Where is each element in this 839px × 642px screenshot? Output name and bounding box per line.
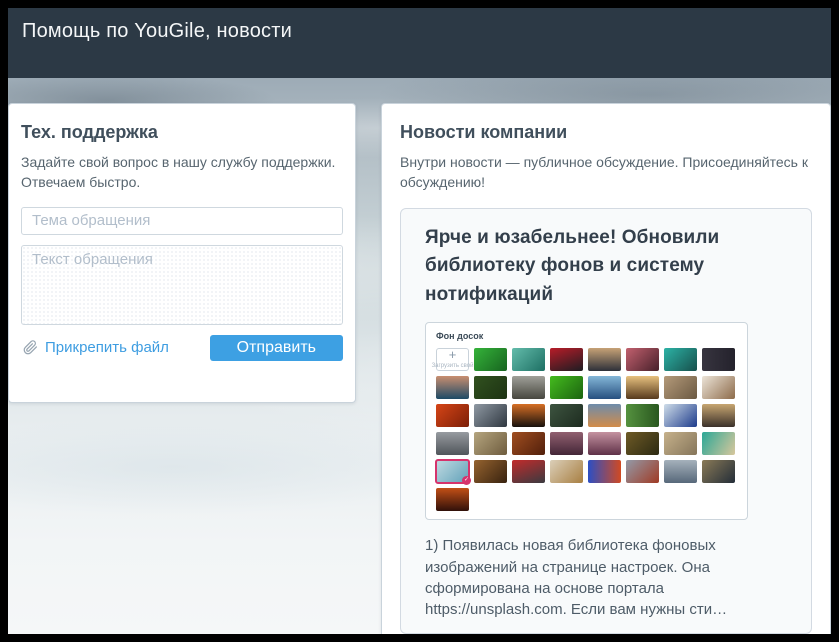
background-thumbnail[interactable] — [550, 432, 583, 455]
page-title: Помощь по YouGile, новости — [22, 20, 817, 43]
background-thumbnail[interactable] — [436, 404, 469, 427]
background-thumbnail[interactable] — [626, 460, 659, 483]
news-card[interactable]: Ярче и юзабельнее! Обновили библиотеку ф… — [400, 208, 812, 634]
paperclip-icon — [23, 340, 38, 355]
background-thumbnail[interactable] — [664, 460, 697, 483]
attach-file-button[interactable]: Прикрепить файл — [21, 339, 169, 356]
upload-background-label: Загрузить свой — [432, 363, 474, 369]
message-input[interactable] — [21, 245, 343, 325]
background-thumbnail[interactable] — [626, 376, 659, 399]
background-thumbnail[interactable] — [436, 488, 469, 511]
background-thumbnail[interactable] — [474, 460, 507, 483]
background-thumbnail[interactable] — [664, 348, 697, 371]
background-thumbnail[interactable] — [550, 376, 583, 399]
subject-input[interactable] — [21, 207, 343, 235]
background-thumbnail[interactable] — [588, 432, 621, 455]
support-panel: Тех. поддержка Задайте свой вопрос в наш… — [8, 103, 356, 403]
background-thumbnail[interactable] — [702, 460, 735, 483]
screenshot-frame: Помощь по YouGile, новости Тех. поддержк… — [0, 0, 839, 642]
send-button[interactable]: Отправить — [210, 335, 343, 361]
article-title: Ярче и юзабельнее! Обновили библиотеку ф… — [425, 224, 787, 310]
background-thumbnail[interactable] — [626, 432, 659, 455]
background-thumbnail[interactable] — [550, 348, 583, 371]
backgrounds-screenshot: Фон досок + Загрузить свой ✓ — [425, 322, 748, 520]
support-title: Тех. поддержка — [21, 122, 343, 143]
background-thumbnail[interactable] — [588, 404, 621, 427]
article-body: 1) Появилась новая библиотека фоновых из… — [425, 535, 787, 620]
plus-icon: + — [449, 350, 457, 360]
background-thumbnail[interactable] — [702, 404, 735, 427]
background-thumbnail[interactable] — [626, 348, 659, 371]
page: Помощь по YouGile, новости Тех. поддержк… — [8, 8, 831, 634]
background-thumbnail[interactable] — [550, 460, 583, 483]
support-description: Задайте свой вопрос в нашу службу поддер… — [21, 153, 343, 193]
background-thumbnail[interactable] — [664, 404, 697, 427]
backgrounds-label: Фон досок — [436, 331, 737, 341]
background-thumbnail[interactable] — [474, 376, 507, 399]
news-title: Новости компании — [400, 122, 812, 143]
ocean-background: Тех. поддержка Задайте свой вопрос в наш… — [8, 78, 831, 634]
news-panel: Новости компании Внутри новости — публич… — [381, 103, 831, 634]
background-thumbnail[interactable] — [588, 348, 621, 371]
upload-background-tile[interactable]: + Загрузить свой — [436, 348, 469, 371]
news-description: Внутри новости — публичное обсуждение. П… — [400, 153, 812, 193]
support-actions: Прикрепить файл Отправить — [21, 335, 343, 361]
background-thumbnail[interactable] — [436, 376, 469, 399]
background-thumbnail[interactable] — [512, 460, 545, 483]
background-thumbnail[interactable] — [550, 404, 583, 427]
background-thumbnail[interactable] — [702, 348, 735, 371]
background-thumbnail[interactable]: ✓ — [436, 460, 469, 483]
selected-check-icon: ✓ — [462, 476, 471, 485]
background-thumbnail[interactable] — [588, 460, 621, 483]
background-thumbnail[interactable] — [702, 432, 735, 455]
app-header: Помощь по YouGile, новости — [8, 8, 831, 78]
background-thumbnail[interactable] — [474, 404, 507, 427]
background-thumbnail[interactable] — [512, 404, 545, 427]
background-thumbnail[interactable] — [588, 376, 621, 399]
background-thumbnail[interactable] — [436, 432, 469, 455]
background-thumbnail[interactable] — [474, 432, 507, 455]
background-thumbnail[interactable] — [664, 432, 697, 455]
background-thumbnail[interactable] — [474, 348, 507, 371]
background-thumbnail[interactable] — [512, 432, 545, 455]
background-thumbnail[interactable] — [702, 376, 735, 399]
background-thumbnail[interactable] — [664, 376, 697, 399]
background-thumbnail[interactable] — [512, 348, 545, 371]
attach-file-label: Прикрепить файл — [45, 339, 169, 356]
background-thumbnail[interactable] — [512, 376, 545, 399]
background-grid: + Загрузить свой ✓ — [436, 348, 737, 511]
background-thumbnail[interactable] — [626, 404, 659, 427]
